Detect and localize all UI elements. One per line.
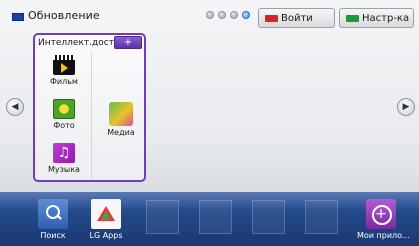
music-tile[interactable]: ♫ Музыка xyxy=(43,143,85,174)
my-apps-icon: + xyxy=(366,199,396,229)
page-dot-active xyxy=(242,11,250,19)
green-key-icon xyxy=(346,15,359,22)
search-label: Поиск xyxy=(40,231,66,240)
page-indicator xyxy=(206,11,250,21)
empty-dock-slot xyxy=(305,200,338,234)
film-tile[interactable]: Фильм xyxy=(46,55,82,86)
add-shortcut-button[interactable]: + xyxy=(114,36,142,49)
scroll-right-arrow-icon[interactable]: ▶ xyxy=(397,98,415,116)
my-apps-dock-item[interactable]: + Мои прило... xyxy=(357,199,410,240)
red-key-icon xyxy=(265,15,278,22)
lg-apps-label: LG Apps xyxy=(89,231,123,240)
my-apps-label: Мои прило... xyxy=(357,231,410,240)
panel-title: Интеллект.доступ xyxy=(38,38,126,48)
music-icon: ♫ xyxy=(53,143,75,163)
update-flag-icon xyxy=(12,13,24,21)
lg-apps-dock-item[interactable]: LG Apps xyxy=(82,199,130,240)
home-screen: Обновление Войти Настр-ка ◀ ▶ Интеллект.… xyxy=(0,0,419,246)
media-label: Медиа xyxy=(107,128,135,137)
panel-divider xyxy=(91,52,92,180)
search-icon xyxy=(38,199,68,229)
login-button-label: Войти xyxy=(281,12,313,24)
media-tile[interactable]: Медиа xyxy=(101,102,141,137)
settings-button[interactable]: Настр-ка xyxy=(339,8,414,28)
search-dock-item[interactable]: Поиск xyxy=(29,199,77,240)
login-button[interactable]: Войти xyxy=(258,8,335,28)
media-icon xyxy=(109,102,133,126)
lg-apps-icon xyxy=(91,199,121,229)
music-label: Музыка xyxy=(48,165,80,174)
page-dot xyxy=(206,11,214,19)
page-dot xyxy=(218,11,226,19)
film-icon xyxy=(53,55,75,75)
page-dot xyxy=(230,11,238,19)
empty-dock-slot xyxy=(146,200,179,234)
settings-button-label: Настр-ка xyxy=(362,12,410,24)
photo-tile[interactable]: Фото xyxy=(46,99,82,130)
photo-label: Фото xyxy=(53,121,75,130)
update-label[interactable]: Обновление xyxy=(28,9,100,22)
empty-dock-slot xyxy=(199,200,232,234)
photo-icon xyxy=(53,99,75,119)
film-label: Фильм xyxy=(50,77,78,86)
smart-access-panel: Интеллект.доступ + Фильм Фото ♫ Музыка М… xyxy=(33,33,146,182)
scroll-left-arrow-icon[interactable]: ◀ xyxy=(6,98,24,116)
empty-dock-slot xyxy=(252,200,285,234)
